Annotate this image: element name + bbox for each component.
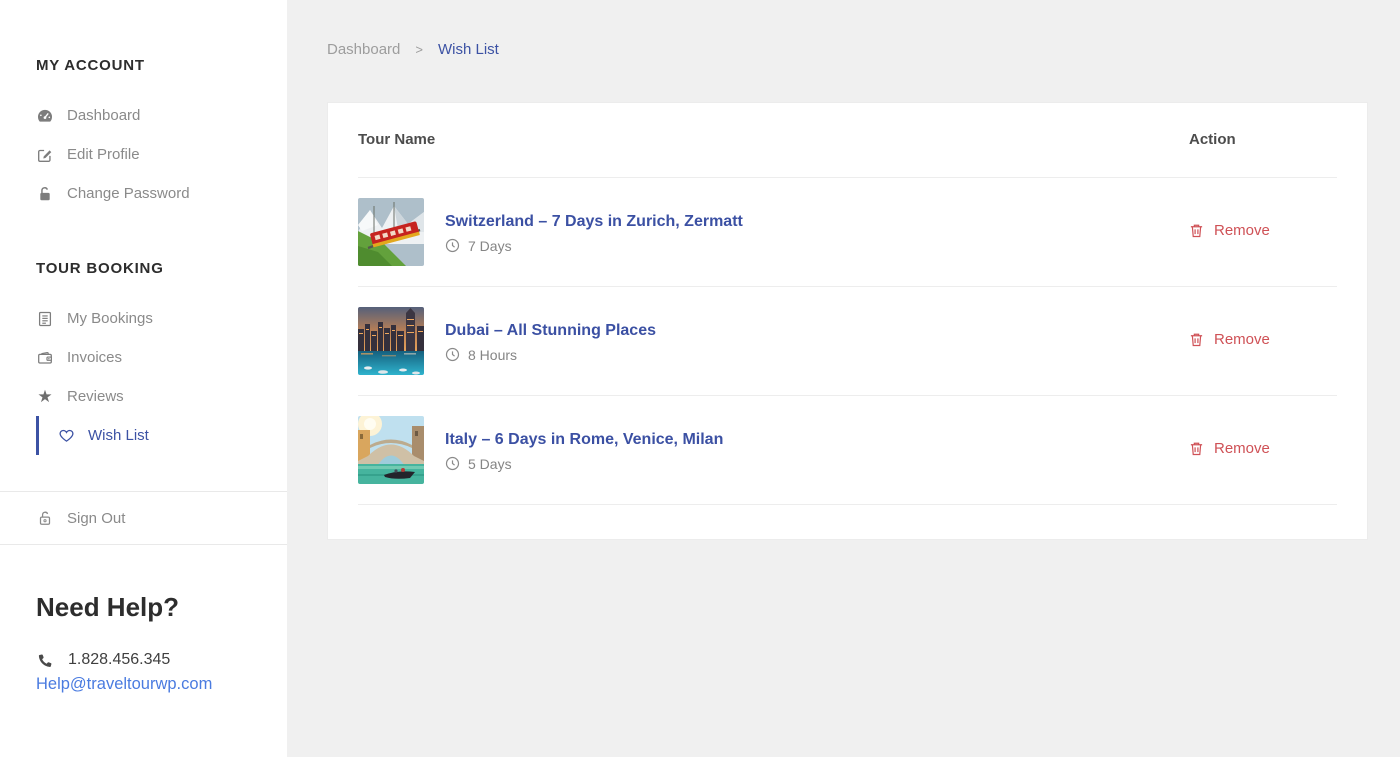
trash-icon xyxy=(1189,222,1205,238)
remove-button-label: Remove xyxy=(1214,440,1270,457)
breadcrumb: Dashboard > Wish List xyxy=(327,42,1368,58)
tour-duration: 7 Days xyxy=(445,238,743,254)
sidebar-item-label: Change Password xyxy=(67,185,190,202)
tour-thumbnail-switzerland[interactable] xyxy=(358,198,424,266)
phone-icon xyxy=(36,651,54,669)
my-account-heading: MY ACCOUNT xyxy=(36,57,257,74)
sidebar-item-label: Reviews xyxy=(67,388,124,405)
wallet-icon xyxy=(36,349,54,367)
sidebar-item-label: Invoices xyxy=(67,349,122,366)
sidebar-item-my-bookings[interactable]: My Bookings xyxy=(36,299,257,338)
tour-title-link[interactable]: Switzerland – 7 Days in Zurich, Zermatt xyxy=(445,211,743,233)
action-column-header: Action xyxy=(1189,130,1337,150)
sign-out-label: Sign Out xyxy=(67,510,125,527)
wishlist-table-header: Tour Name Action xyxy=(358,103,1337,178)
lock-icon xyxy=(36,185,54,203)
help-phone-number: 1.828.456.345 xyxy=(68,651,170,669)
tour-duration: 8 Hours xyxy=(445,347,656,363)
remove-button[interactable]: Remove xyxy=(1189,440,1270,457)
help-email-link[interactable]: Help@traveltourwp.com xyxy=(36,672,287,696)
clock-icon xyxy=(445,347,460,362)
sidebar-item-wish-list[interactable]: Wish List xyxy=(36,416,257,455)
tour-thumbnail-dubai[interactable] xyxy=(358,307,424,375)
remove-button[interactable]: Remove xyxy=(1189,331,1270,348)
account-sidebar: MY ACCOUNT Dashboard Edit Profile Change… xyxy=(0,0,287,757)
edit-pen-icon xyxy=(36,146,54,164)
help-phone-row: 1.828.456.345 xyxy=(36,651,287,669)
table-row: Dubai – All Stunning Places 8 Hours Remo… xyxy=(358,287,1337,396)
remove-button-label: Remove xyxy=(1214,331,1270,348)
sidebar-item-sign-out[interactable]: Sign Out xyxy=(0,491,287,545)
tour-name-column-header: Tour Name xyxy=(358,130,1189,150)
unlock-icon xyxy=(36,509,54,527)
need-help-block: Need Help? 1.828.456.345 Help@traveltour… xyxy=(0,545,287,696)
tour-duration-label: 5 Days xyxy=(468,456,512,472)
tour-duration-label: 8 Hours xyxy=(468,347,517,363)
sidebar-item-edit-profile[interactable]: Edit Profile xyxy=(36,135,257,174)
document-lines-icon xyxy=(36,310,54,328)
sidebar-item-reviews[interactable]: ★ Reviews xyxy=(36,377,257,416)
sidebar-item-label: Dashboard xyxy=(67,107,140,124)
remove-button[interactable]: Remove xyxy=(1189,222,1270,239)
heart-icon xyxy=(57,427,75,445)
wishlist-card: Tour Name Action xyxy=(327,102,1368,540)
tour-title-link[interactable]: Dubai – All Stunning Places xyxy=(445,320,656,342)
sidebar-item-dashboard[interactable]: Dashboard xyxy=(36,96,257,135)
sidebar-item-label: Wish List xyxy=(88,427,149,444)
clock-icon xyxy=(445,238,460,253)
breadcrumb-dashboard-link[interactable]: Dashboard xyxy=(327,42,400,58)
tour-duration: 5 Days xyxy=(445,456,723,472)
tour-booking-nav: My Bookings Invoices ★ Reviews Wish List xyxy=(36,299,257,455)
star-icon: ★ xyxy=(36,388,54,406)
sidebar-item-invoices[interactable]: Invoices xyxy=(36,338,257,377)
tour-thumbnail-italy[interactable] xyxy=(358,416,424,484)
tour-duration-label: 7 Days xyxy=(468,238,512,254)
sidebar-item-label: My Bookings xyxy=(67,310,153,327)
trash-icon xyxy=(1189,331,1205,347)
trash-icon xyxy=(1189,440,1205,456)
main-content: Dashboard > Wish List Tour Name Action xyxy=(287,0,1400,757)
breadcrumb-current-page: Wish List xyxy=(438,42,499,58)
dashboard-gauge-icon xyxy=(36,107,54,125)
clock-icon xyxy=(445,456,460,471)
breadcrumb-separator-icon: > xyxy=(415,42,423,58)
table-row: Italy – 6 Days in Rome, Venice, Milan 5 … xyxy=(358,396,1337,505)
remove-button-label: Remove xyxy=(1214,222,1270,239)
need-help-heading: Need Help? xyxy=(36,590,287,624)
sidebar-item-label: Edit Profile xyxy=(67,146,140,163)
my-account-nav: Dashboard Edit Profile Change Password xyxy=(36,96,257,213)
sidebar-item-change-password[interactable]: Change Password xyxy=(36,174,257,213)
tour-booking-heading: TOUR BOOKING xyxy=(36,260,257,277)
tour-title-link[interactable]: Italy – 6 Days in Rome, Venice, Milan xyxy=(445,429,723,451)
table-row: Switzerland – 7 Days in Zurich, Zermatt … xyxy=(358,178,1337,287)
